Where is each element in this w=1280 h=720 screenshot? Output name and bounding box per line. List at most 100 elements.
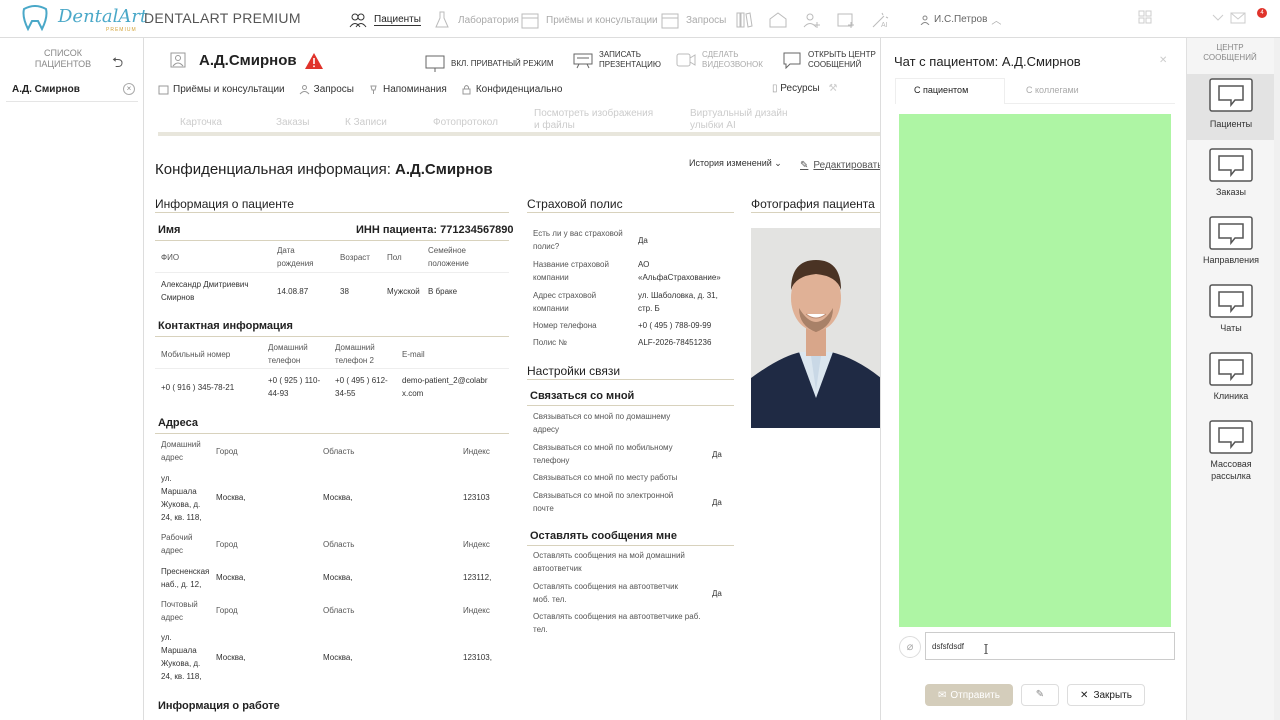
- close-chat-button[interactable]: ✕ Закрыть: [1067, 684, 1145, 706]
- mc-mass-mailing[interactable]: Массовая рассылка: [1187, 416, 1275, 488]
- patient-photo[interactable]: [751, 228, 880, 428]
- add-user-icon[interactable]: [802, 10, 822, 30]
- warning-icon[interactable]: [304, 52, 324, 70]
- logo[interactable]: DentalArt PREMIUM: [20, 5, 147, 33]
- monitor-icon: [425, 55, 445, 72]
- user-name: И.С.Петров: [934, 14, 988, 25]
- nav-lab[interactable]: Лаборатория: [432, 9, 519, 31]
- chat-title: Чат с пациентом: А.Д.Смирнов: [894, 54, 1081, 69]
- tab-orders[interactable]: Заказы: [276, 117, 309, 129]
- address-zip: 123103: [463, 493, 490, 502]
- record-presentation-label: ЗАПИСАТЬ ПРЕЗЕНТАЦИЮ: [599, 50, 661, 69]
- resources-button[interactable]: ▯ Ресурсы ⚒: [772, 83, 837, 94]
- patient-list-title: СПИСОК ПАЦИЕНТОВ: [34, 48, 92, 69]
- chevron-up-icon: ︿: [991, 16, 1002, 27]
- open-message-center-button[interactable]: ОТКРЫТЬ ЦЕНТР СООБЩЕНИЙ: [782, 50, 878, 70]
- col-zip: Индекс: [463, 606, 490, 615]
- page-title: Конфиденциальная информация: А.Д.Смирнов: [155, 161, 493, 178]
- tab-virtual-smile[interactable]: Виртуальный дизайн улыбки AI: [690, 108, 800, 132]
- page-title-prefix: Конфиденциальная информация:: [155, 161, 396, 178]
- col-zip: Индекс: [463, 447, 490, 456]
- private-mode-button[interactable]: ВКЛ. ПРИВАТНЫЙ РЕЖИМ: [425, 55, 554, 73]
- tab-photo-protocol[interactable]: Фотопротокол: [433, 117, 498, 129]
- mc-orders[interactable]: Заказы: [1187, 144, 1275, 210]
- calendar-requests-icon: [661, 13, 679, 29]
- value-email: demo-patient_2@colabrx.com: [402, 376, 488, 398]
- contact-pref-value: Да: [712, 450, 722, 459]
- value-home-phone2: +0 ( 495 ) 612-34-55: [335, 376, 388, 398]
- chevron-down-icon[interactable]: [1212, 14, 1224, 22]
- divider: [155, 368, 509, 369]
- close-icon[interactable]: ×: [123, 83, 135, 95]
- address-type: Домашний адрес: [161, 440, 201, 462]
- user-menu[interactable]: И.С.Петров ︿: [920, 12, 1001, 27]
- tab-with-colleagues[interactable]: С коллегами: [1026, 85, 1079, 95]
- tab-card[interactable]: Карточка: [180, 117, 222, 129]
- chat-bubble-icon: [1209, 284, 1253, 318]
- record-presentation-button[interactable]: ЗАПИСАТЬ ПРЕЗЕНТАЦИЮ: [573, 50, 663, 70]
- col-dob: Дата рождения: [277, 246, 314, 268]
- mc-referrals-label: Направления: [1202, 255, 1260, 265]
- wrench-icon[interactable]: ⚒: [829, 83, 838, 94]
- back-arrow-icon[interactable]: ⮌: [112, 52, 123, 76]
- svg-text:AI: AI: [881, 22, 888, 29]
- history-select-label: История изменений: [689, 158, 772, 168]
- mc-clinic[interactable]: Клиника: [1187, 348, 1275, 414]
- value-age: 38: [340, 287, 349, 296]
- lock-icon: [462, 84, 471, 94]
- mc-referrals[interactable]: Направления: [1187, 212, 1275, 278]
- subnav-reminders[interactable]: Напоминания: [368, 81, 447, 97]
- subnav-requests[interactable]: Запросы: [299, 81, 354, 97]
- mc-patients-label: Пациенты: [1209, 119, 1253, 129]
- chat-bubble-icon: [1209, 216, 1253, 250]
- library-icon[interactable]: [734, 10, 754, 30]
- divider: [155, 433, 509, 434]
- grid-icon[interactable]: [1138, 10, 1152, 24]
- nav-patients[interactable]: Пациенты: [348, 9, 421, 31]
- sms-button[interactable]: ✎: [1021, 684, 1059, 706]
- chat-bubble-icon: [1209, 420, 1253, 454]
- mail-icon[interactable]: [1230, 12, 1246, 24]
- address-type: Почтовый адрес: [161, 600, 198, 622]
- mc-clinic-label: Клиника: [1213, 391, 1249, 401]
- address-type: Рабочий адрес: [161, 533, 193, 555]
- tab-images-files[interactable]: Посмотреть изображения и файлы: [534, 108, 654, 132]
- tab-to-record[interactable]: К Записи: [345, 117, 387, 129]
- add-image-icon[interactable]: [836, 10, 856, 30]
- nav-appointments[interactable]: Приёмы и консультации: [520, 9, 658, 31]
- mc-chats-label: Чаты: [1220, 323, 1242, 333]
- subnav-requests-label: Запросы: [313, 83, 354, 95]
- attach-icon[interactable]: ⌀: [899, 636, 921, 658]
- close-icon[interactable]: ✕: [1159, 55, 1171, 67]
- lab-icon: [435, 11, 449, 28]
- video-call-icon: [676, 53, 696, 67]
- patient-subnav: Приёмы и консультации Запросы Напоминани…: [158, 81, 562, 97]
- nav-requests[interactable]: Запросы: [660, 9, 726, 31]
- divider: [155, 272, 509, 273]
- subnav-confidential[interactable]: Конфиденциально: [461, 81, 562, 97]
- video-call-button[interactable]: СДЕЛАТЬ ВИДЕОЗВОНОК: [676, 50, 766, 70]
- scrollbar[interactable]: [1274, 38, 1280, 720]
- patient-list-item[interactable]: А.Д. Смирнов ×: [6, 78, 138, 102]
- envelope-icon: ✉: [938, 689, 947, 701]
- address-line: Пресненская наб., д. 12,: [161, 567, 210, 589]
- insurance-label: Есть ли у вас страховой полис?: [533, 229, 623, 251]
- chat-message-input[interactable]: [925, 632, 1175, 660]
- mc-patients[interactable]: Пациенты: [1187, 74, 1275, 140]
- mc-chats[interactable]: Чаты: [1187, 280, 1275, 346]
- col-email: E-mail: [402, 350, 425, 359]
- send-button[interactable]: ✉ Отправить: [925, 684, 1013, 706]
- subnav-appointments[interactable]: Приёмы и консультации: [158, 81, 285, 97]
- history-select[interactable]: История изменений ⌄: [689, 158, 782, 169]
- divider: [527, 212, 734, 213]
- leave-pref-label: Оставлять сообщения на автоответчик моб.…: [533, 582, 679, 604]
- address-zip: 123103,: [463, 653, 492, 662]
- calendar-icon: [521, 13, 539, 29]
- col-city: Город: [216, 540, 238, 549]
- ai-tools-icon[interactable]: AI: [870, 10, 890, 30]
- edit-link[interactable]: ✎ Редактировать: [800, 160, 880, 171]
- clinic-icon[interactable]: [768, 10, 788, 30]
- tab-with-patient[interactable]: С пациентом: [914, 85, 968, 95]
- col-city: Город: [216, 606, 238, 615]
- logo-text: DentalArt: [58, 6, 148, 27]
